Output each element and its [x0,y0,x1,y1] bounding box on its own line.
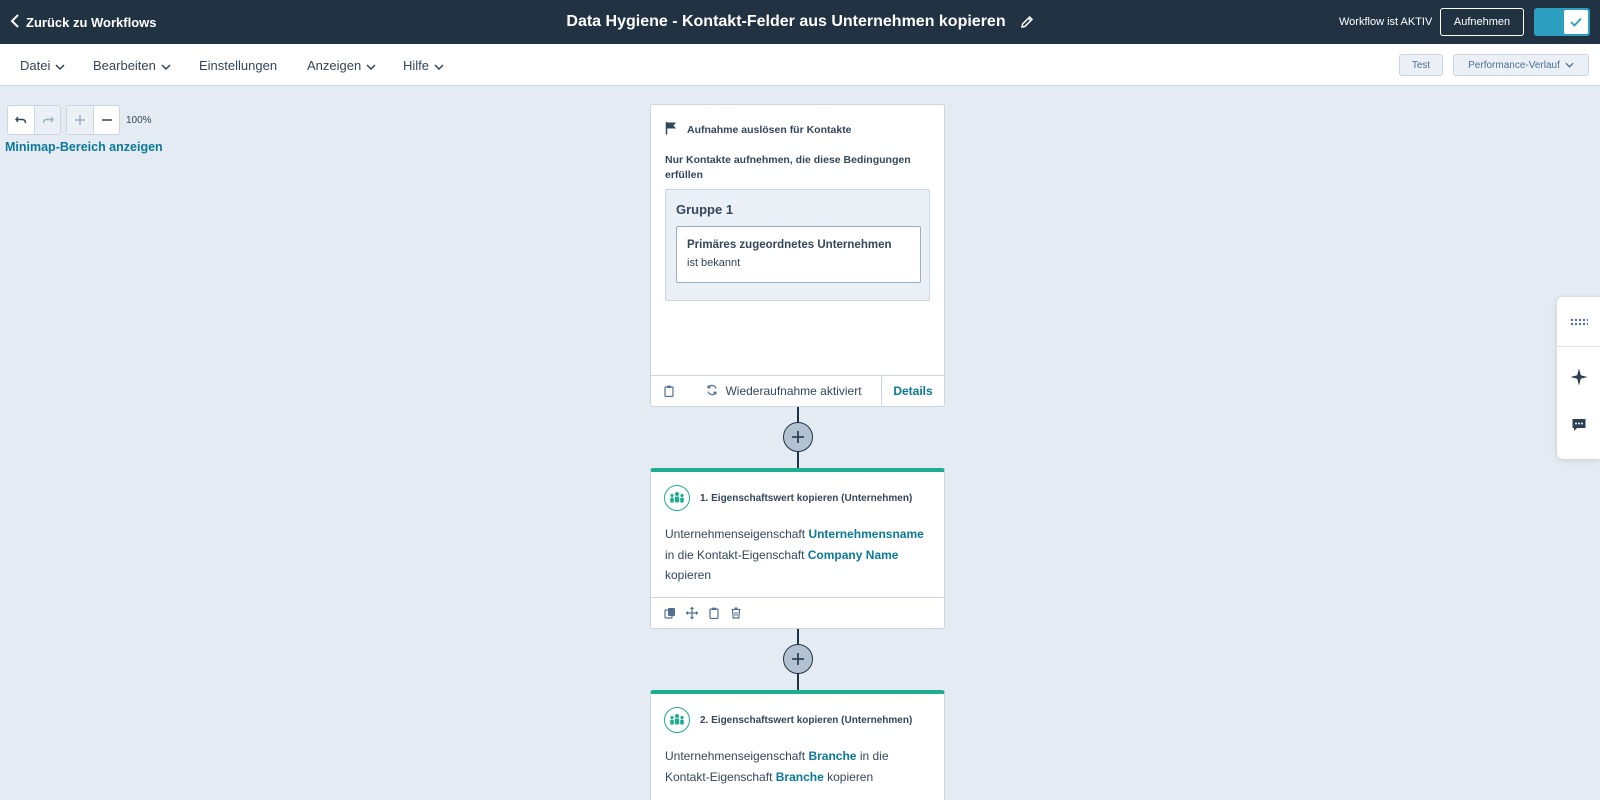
menu-anzeigen[interactable]: Anzeigen [307,44,376,86]
chevron-down-icon [55,58,65,73]
back-link-label: Zurück zu Workflows [26,14,157,30]
zoom-level: 100% [126,114,152,126]
menu-item-label: Hilfe [403,57,430,73]
source-property: Branche [808,749,857,763]
workflow-status-text: Workflow ist AKTIV [1339,16,1433,28]
flag-icon [665,121,677,138]
back-to-workflows-link[interactable]: Zurück zu Workflows [10,0,157,44]
trigger-subtitle: Nur Kontakte aufnehmen, die diese Beding… [665,154,911,181]
undo-icon[interactable] [8,106,34,134]
enrollment-trigger-card[interactable]: Aufnahme auslösen für Kontakte Nur Konta… [650,104,945,407]
menu-item-label: Anzeigen [307,57,362,73]
target-property: Branche [775,769,824,784]
panel-divider [1557,346,1600,347]
action-text: Unternehmenseigenschaft [665,527,806,541]
action-header: 2. Eigenschaftswert kopieren (Unternehme… [664,707,912,733]
chat-icon[interactable] [1557,405,1600,445]
move-icon[interactable] [683,604,701,622]
enroll-button[interactable]: Aufnehmen [1440,8,1524,36]
performance-history-button[interactable]: Performance-Verlauf [1453,54,1589,76]
condition-property: Primäres zugeordnetes Unternehmen [687,239,892,251]
menu-item-label: Bearbeiten [93,57,156,73]
refresh-icon [706,384,718,399]
condition-filter[interactable]: Primäres zugeordnetes Unternehmen ist be… [676,226,921,283]
action-text: Unternehmenseigenschaft [665,749,806,763]
trigger-header: Aufnahme auslösen für Kontakte [665,121,852,138]
action-text: kopieren [665,568,712,582]
zoom-in-plus-icon[interactable] [67,106,93,134]
action-title: 2. Eigenschaftswert kopieren (Unternehme… [700,714,913,726]
action-card-2[interactable]: 2. Eigenschaftswert kopieren (Unternehme… [650,690,945,800]
menu-datei[interactable]: Datei [20,44,65,86]
target-property: Company Name [807,547,899,562]
clipboard-icon[interactable] [651,376,687,407]
workflow-title[interactable]: Data Hygiene - Kontakt-Felder aus Untern… [566,13,1005,31]
chevron-left-icon [10,13,20,31]
company-people-icon [664,707,690,733]
condition-operator: ist bekannt [687,257,741,269]
add-step-plus-icon[interactable] [783,422,813,452]
company-people-icon [664,485,690,511]
reenrollment-status[interactable]: Wiederaufnahme aktiviert [687,375,882,407]
zoom-out-minus-icon[interactable] [93,106,119,134]
chevron-down-icon [434,58,444,73]
menu-bearbeiten[interactable]: Bearbeiten [93,44,171,86]
pencil-icon[interactable] [1020,15,1034,29]
sparkle-icon[interactable] [1557,357,1600,397]
group-title: Gruppe 1 [676,202,734,217]
history-controls [7,105,61,135]
action-title: 1. Eigenschaftswert kopieren (Unternehme… [700,492,913,504]
action-header: 1. Eigenschaftswert kopieren (Unternehme… [664,485,912,511]
menu-item-label: Datei [20,57,51,73]
check-icon [1564,10,1588,34]
menu-bar: Datei Bearbeiten Einstellungen Anzeigen … [0,44,1600,86]
trigger-title: Aufnahme auslösen für Kontakte [687,123,852,136]
test-button[interactable]: Test [1399,54,1443,76]
action-toolbar [651,597,944,628]
action-description: Unternehmenseigenschaft Unternehmensname… [665,524,935,586]
action-card-1[interactable]: 1. Eigenschaftswert kopieren (Unternehme… [650,468,945,629]
right-side-panel [1557,297,1600,459]
trigger-footer: Wiederaufnahme aktiviert Details [651,375,944,407]
chevron-down-icon [366,58,376,73]
source-property: Unternehmensname [808,527,924,541]
workflow-active-toggle[interactable] [1534,8,1590,36]
clone-icon[interactable] [661,604,679,622]
details-link[interactable]: Details [882,384,944,398]
top-header: Zurück zu Workflows Data Hygiene - Konta… [0,0,1600,44]
chevron-down-icon [161,58,171,73]
redo-icon[interactable] [34,106,60,134]
zoom-controls [66,105,120,135]
action-text: in die Kontakt-Eigenschaft [665,547,805,562]
menu-hilfe[interactable]: Hilfe [403,44,444,86]
action-description: Unternehmenseigenschaft Branche in die K… [665,746,935,787]
add-step-plus-icon[interactable] [783,644,813,674]
clipboard-icon[interactable] [705,604,723,622]
show-minimap-link[interactable]: Minimap-Bereich anzeigen [5,140,163,154]
reenrollment-label: Wiederaufnahme aktiviert [725,384,862,398]
grid-dots-icon[interactable] [1557,302,1600,342]
performance-button-label: Performance-Verlauf [1468,59,1560,71]
chevron-down-icon [1565,60,1574,71]
action-text: kopieren [827,769,874,784]
trash-icon[interactable] [727,604,745,622]
condition-group: Gruppe 1 Primäres zugeordnetes Unternehm… [665,189,930,301]
menu-einstellungen[interactable]: Einstellungen [199,44,277,86]
menu-item-label: Einstellungen [199,57,278,73]
